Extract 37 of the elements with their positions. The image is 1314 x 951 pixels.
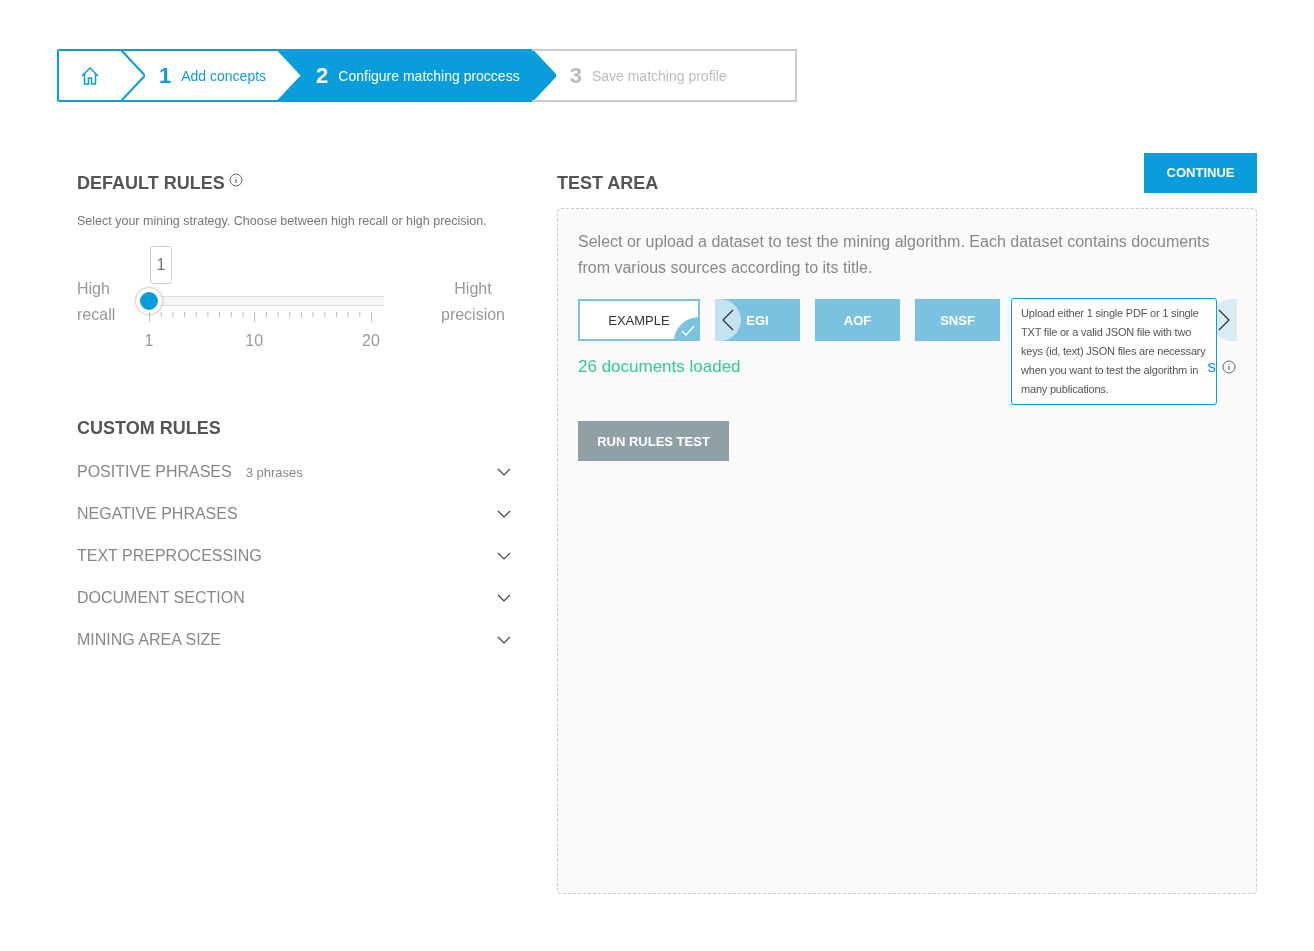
step-arrow-icon — [121, 49, 145, 102]
chevron-down-icon — [497, 510, 511, 518]
accordion-header[interactable]: POSITIVE PHRASES 3 phrases — [77, 451, 517, 493]
accordion-header[interactable]: TEXT PREPROCESSING — [77, 535, 517, 577]
check-icon — [674, 317, 700, 341]
step-arrow-icon — [531, 49, 556, 102]
info-icon[interactable] — [1222, 360, 1236, 374]
chevron-down-icon — [497, 552, 511, 560]
accordion-header[interactable]: NEGATIVE PHRASES — [77, 493, 517, 535]
section-title: DEFAULT RULES — [77, 173, 517, 194]
link[interactable]: s — [1207, 357, 1216, 377]
slider-max-label: Hight precision — [440, 279, 506, 325]
chevron-right-icon — [1218, 309, 1230, 331]
home-button[interactable] — [59, 49, 121, 102]
slider-min-label: High recall — [77, 279, 117, 325]
tick-label: 10 — [245, 332, 264, 350]
description-text: Select or upload a dataset to test the mining algorithm. Each dataset contains documents from various sources according to its title. — [578, 232, 1211, 278]
section-title: TEST AREA — [557, 173, 659, 194]
info-icon[interactable] — [228, 173, 243, 187]
run-test-button[interactable]: RUN RULES TEST — [578, 421, 729, 461]
chevron-down-icon — [497, 468, 511, 476]
tick-label: 1 — [144, 332, 154, 350]
description-text: Select your mining strategy. Choose between high recall or high precision. — [77, 214, 488, 228]
home-icon — [80, 65, 100, 86]
dataset-tile[interactable]: AOF — [815, 299, 900, 341]
continue-button[interactable]: CONTINUE — [1144, 152, 1257, 193]
slider-value: 1 — [150, 246, 172, 284]
chevron-down-icon — [497, 594, 511, 602]
status-text: 26 documents loaded — [578, 357, 741, 377]
accordion-header[interactable]: MINING AREA SIZE — [77, 619, 517, 661]
dataset-tile[interactable]: EXAMPLE — [578, 299, 700, 341]
section-title: CUSTOM RULES — [77, 418, 222, 439]
chevron-down-icon — [497, 636, 511, 644]
accordion-header[interactable]: DOCUMENT SECTION — [77, 577, 517, 619]
chevron-left-icon — [722, 309, 734, 331]
tick-label: 20 — [362, 332, 380, 350]
dataset-tile[interactable]: SNSF — [915, 299, 1000, 341]
